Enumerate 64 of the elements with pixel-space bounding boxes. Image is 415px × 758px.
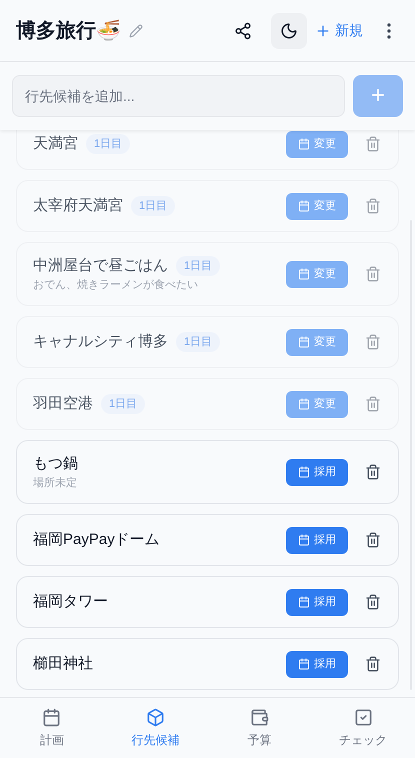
more-icon <box>387 22 391 38</box>
calendar-icon <box>298 200 310 212</box>
delete-button[interactable] <box>364 593 382 611</box>
trash-icon <box>365 656 381 672</box>
calendar-icon <box>42 708 62 726</box>
destination-name: もつ鍋 <box>33 454 78 474</box>
wallet-icon <box>250 708 269 726</box>
delete-button[interactable] <box>364 463 382 481</box>
adopt-button[interactable]: 採用 <box>286 588 348 616</box>
dark-mode-button[interactable] <box>271 12 307 48</box>
trash-icon <box>365 266 381 282</box>
nav-tab[interactable]: チェック <box>311 698 415 758</box>
nav-tab[interactable]: 予算 <box>208 698 312 758</box>
destination-name: 福岡PayPayドーム <box>33 530 160 550</box>
day-badge: 1日目 <box>176 256 220 276</box>
destination-note: おでん、焼きラーメンが食べたい <box>33 278 199 293</box>
day-badge: 1日目 <box>131 196 176 216</box>
calendar-icon <box>298 658 310 670</box>
checkbox-icon <box>354 708 373 726</box>
calendar-icon <box>298 138 310 150</box>
destination-name: 中洲屋台で昼ごはん <box>33 256 168 276</box>
calendar-icon <box>298 466 310 478</box>
change-button[interactable]: 変更 <box>286 192 348 220</box>
adopt-button[interactable]: 採用 <box>286 650 348 678</box>
day-badge: 1日目 <box>101 394 146 414</box>
trash-icon <box>365 396 381 412</box>
day-badge: 1日目 <box>176 332 220 352</box>
trash-icon <box>365 532 381 548</box>
trash-icon <box>365 594 381 610</box>
calendar-icon <box>298 268 310 280</box>
destination-name: 櫛田神社 <box>33 654 93 674</box>
destination-name: 天満宮 <box>33 134 78 154</box>
share-icon <box>234 22 252 40</box>
add-destination-field[interactable]: 行先候補を追加... <box>12 75 345 117</box>
destination-name: 福岡タワー <box>33 592 108 612</box>
trash-icon <box>365 334 381 350</box>
change-button[interactable]: 変更 <box>286 390 348 418</box>
change-button[interactable]: 変更 <box>286 328 348 356</box>
nav-tab[interactable]: 計画 <box>0 698 104 758</box>
trash-icon <box>365 136 381 152</box>
delete-button[interactable] <box>364 655 382 673</box>
plus-icon <box>315 22 331 38</box>
destination-name: キャナルシティ博多 <box>33 332 168 352</box>
destination-name: 羽田空港 <box>33 394 93 414</box>
delete-button[interactable] <box>364 531 382 549</box>
destination-note: 場所未定 <box>33 476 78 491</box>
calendar-icon <box>298 596 310 608</box>
calendar-icon <box>298 398 310 410</box>
calendar-icon <box>298 534 310 546</box>
change-button[interactable]: 変更 <box>286 130 348 158</box>
day-badge: 1日目 <box>86 134 130 154</box>
trash-icon <box>365 464 381 480</box>
nav-tab[interactable]: 行先候補 <box>104 698 208 758</box>
adopt-button[interactable]: 採用 <box>286 458 348 486</box>
trash-icon <box>365 198 381 214</box>
moon-icon <box>280 22 298 40</box>
cube-icon <box>146 708 166 726</box>
destination-name: 太宰府天満宮 <box>33 196 123 216</box>
new-button[interactable]: 新規 <box>315 20 363 41</box>
calendar-icon <box>298 336 310 348</box>
adopt-button[interactable]: 採用 <box>286 526 348 554</box>
trip-title: 博多旅行🍜 <box>16 18 121 44</box>
change-button[interactable]: 変更 <box>286 260 348 288</box>
add-button[interactable]: + <box>353 75 403 117</box>
